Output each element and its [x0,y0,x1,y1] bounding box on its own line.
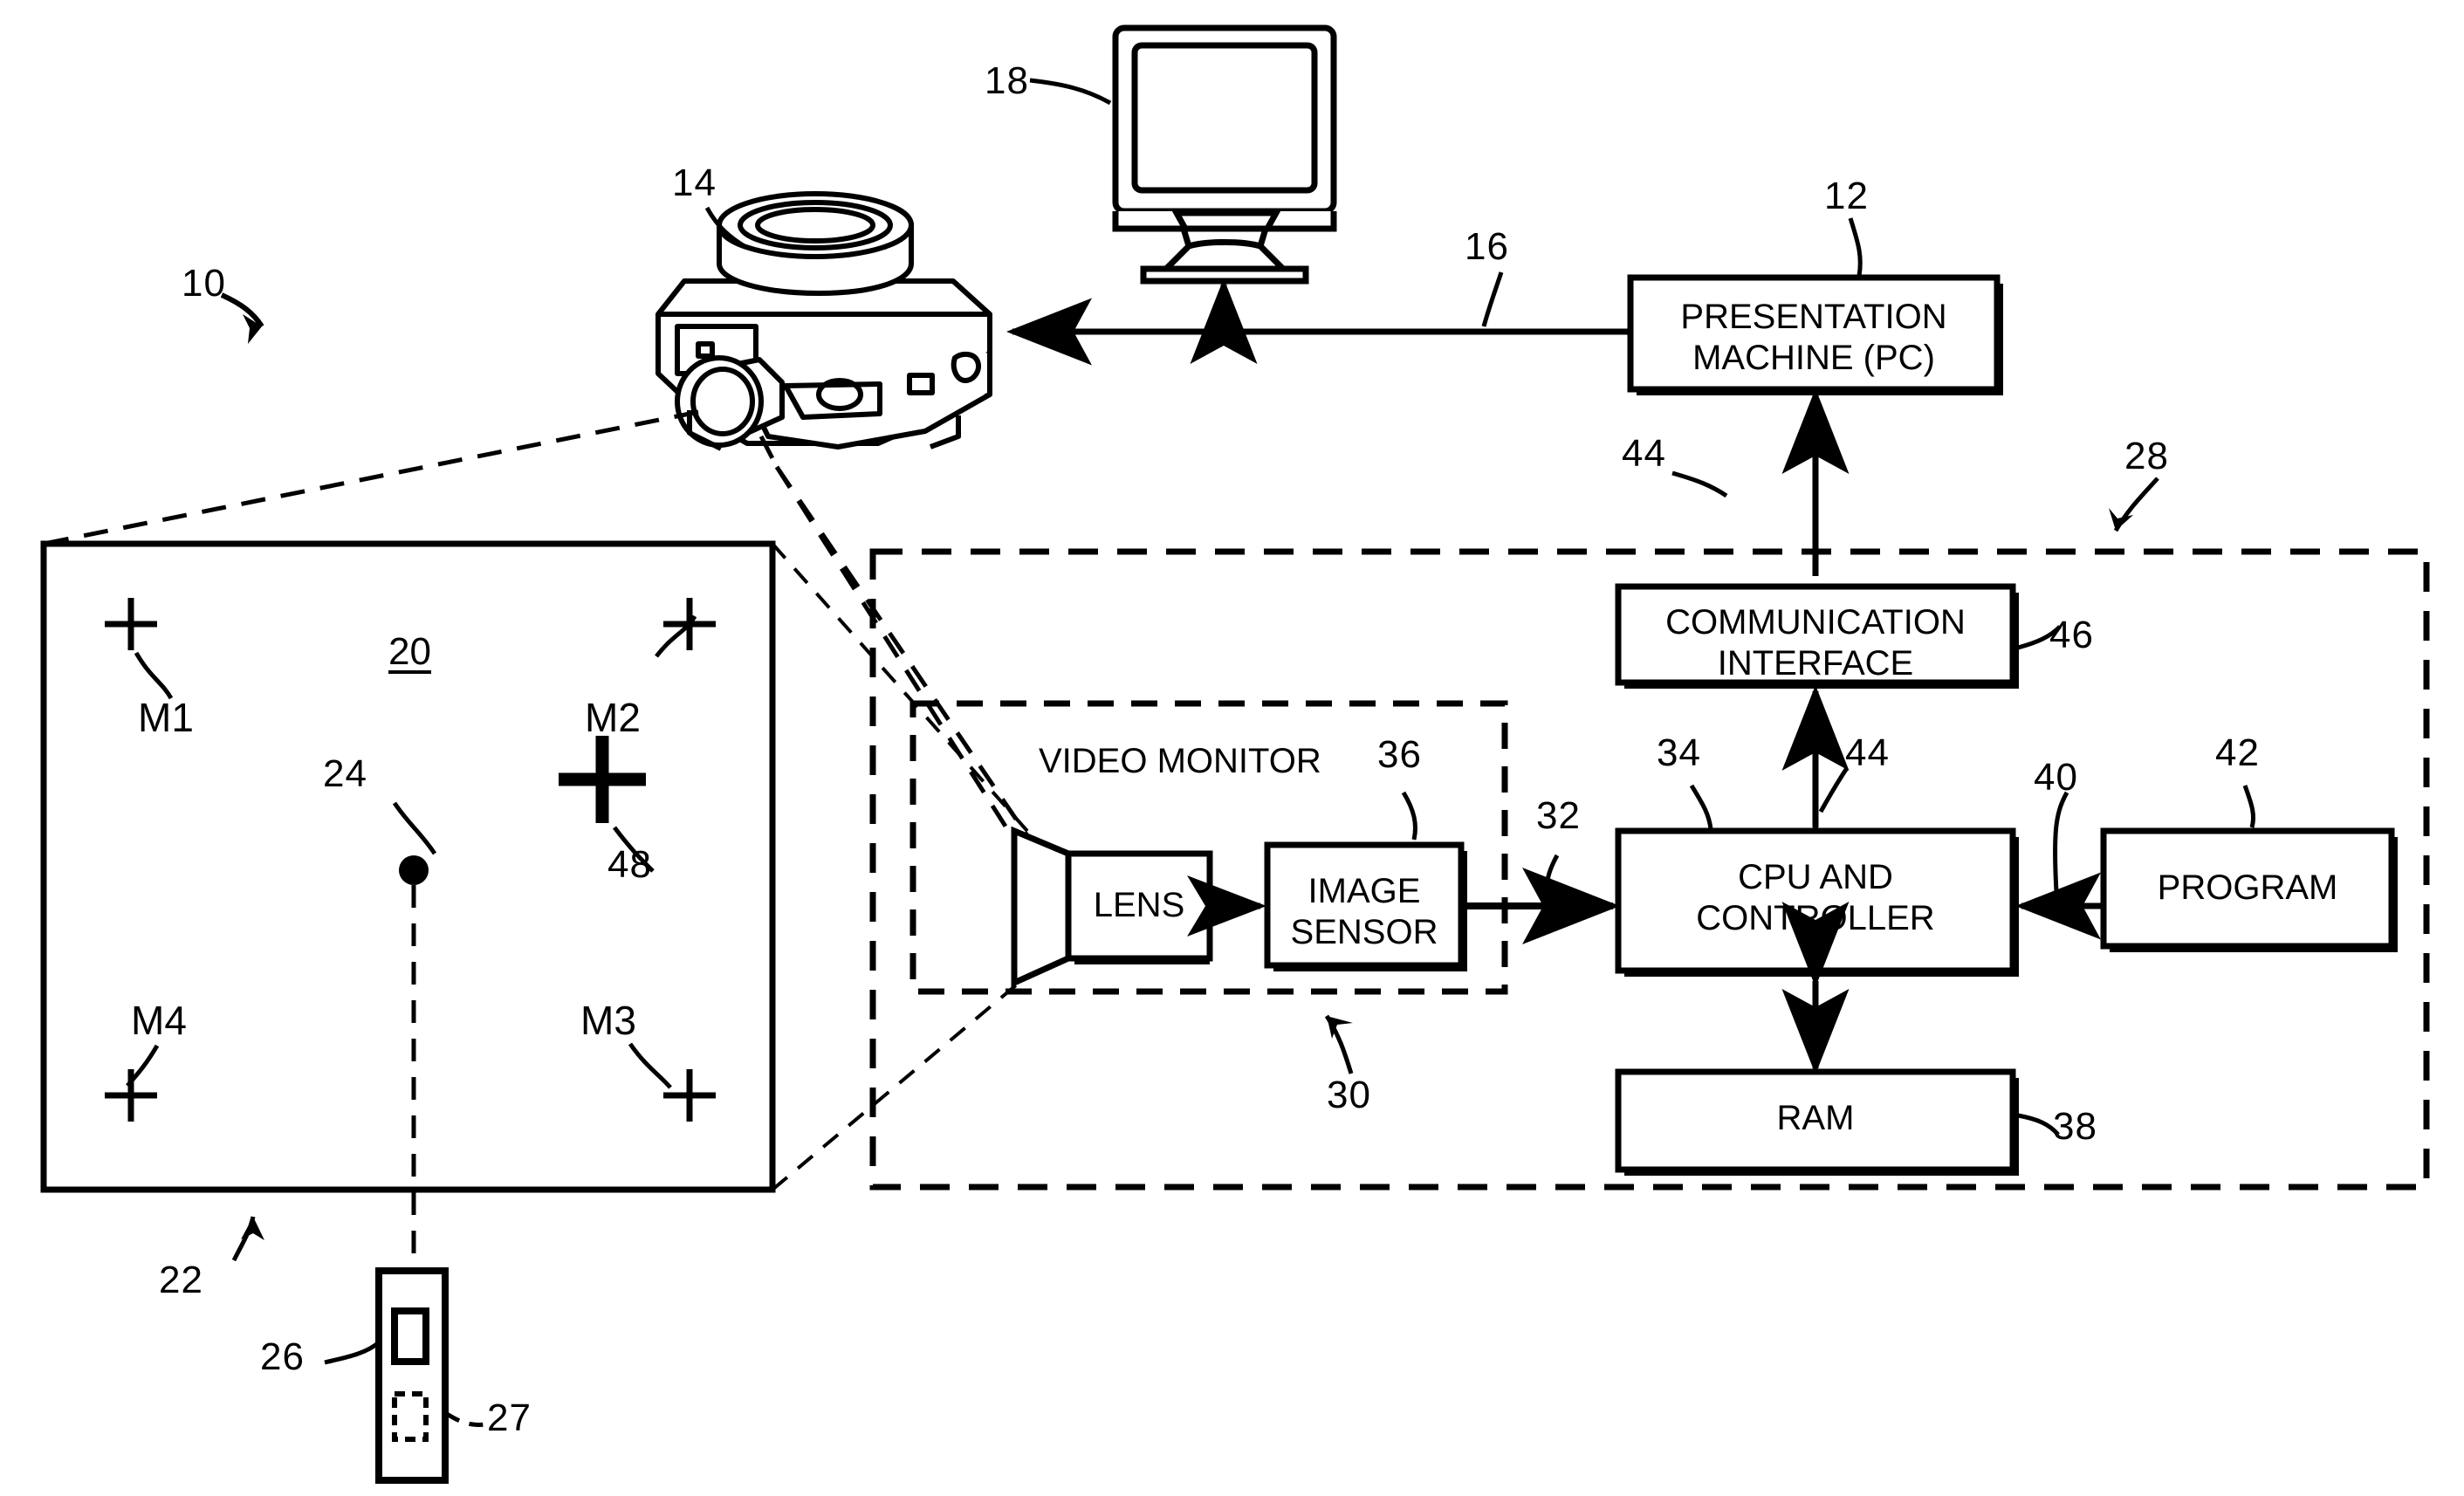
pointer-spot-24 [399,855,429,885]
leader-28 [2109,477,2159,532]
presentation-machine-line1: PRESENTATION [1680,298,1947,336]
leader-34 [1689,784,1713,830]
communication-interface-line1: COMMUNICATION [1665,603,1966,642]
ref-12: 12 [1824,175,1869,217]
image-sensor-line2: SENSOR [1290,913,1438,952]
presentation-machine-line2: MACHINE (PC) [1692,339,1935,378]
ref-20: 20 [388,630,431,673]
patent-figure: 10 14 18 12 16 44 28 46 34 44 40 42 32 3… [0,0,2464,1496]
pointing-device-window [391,1307,429,1365]
leader-12 [1848,217,1863,277]
image-sensor-label[interactable]: IMAGE SENSOR [1267,871,1461,953]
leader-22 [231,1216,264,1262]
communication-interface-label[interactable]: COMMUNICATION INTERFACE [1618,602,2013,684]
video-monitor-label: VIDEO MONITOR [1039,742,1321,780]
camera-field-lines [43,409,1033,853]
ref-32: 32 [1536,794,1581,837]
ref-27: 27 [487,1396,532,1439]
display-monitor-18 [1112,24,1337,285]
ref-40: 40 [2034,756,2078,799]
ref-42: 42 [2215,731,2260,774]
marker-m4-icon [105,1069,157,1122]
ref-10: 10 [182,262,226,305]
marker-m1-icon [105,598,157,650]
marker-48-icon [559,736,646,823]
leader-36 [1401,791,1417,841]
system-arrow-10 [220,292,264,344]
pointing-device-leaders [324,1341,486,1427]
marker-m3-icon [663,1069,716,1122]
cpu-controller-line2: CONTROLLER [1696,899,1935,938]
board-to-lens-lines [771,542,1035,1191]
ref-36: 36 [1377,733,1422,776]
ref-46: 46 [2049,614,2094,656]
ref-34: 34 [1657,731,1701,774]
ref-24: 24 [323,752,367,795]
ref-22: 22 [159,1259,203,1301]
leader-40 [2053,791,2069,893]
link-16-lines [1006,278,1630,366]
presentation-machine-label[interactable]: PRESENTATION MACHINE (PC) [1630,297,1997,379]
ref-44-lower: 44 [1845,731,1890,774]
ref-14: 14 [672,161,717,204]
ram-label[interactable]: RAM [1618,1098,2013,1139]
leader-18 [1029,78,1112,106]
lens-label[interactable]: LENS [1068,885,1210,926]
pointing-device-button-27 [392,1391,429,1442]
leader-16 [1481,271,1504,327]
marker-label-m2: M2 [585,695,641,740]
ref-38: 38 [2053,1105,2097,1148]
ref-30: 30 [1327,1074,1371,1116]
leader-44-lower [1818,766,1850,813]
ref-48: 48 [607,843,652,886]
marker-label-m4: M4 [131,998,187,1043]
ref-26: 26 [260,1335,305,1378]
cpu-controller-line1: CPU AND [1738,858,1893,896]
program-label[interactable]: PROGRAM [2104,868,2392,909]
camera-14 [655,191,992,451]
marker-label-m1: M1 [138,695,194,740]
leader-44-upper [1671,470,1728,498]
leader-42 [2242,785,2256,828]
ref-16: 16 [1465,225,1509,268]
leader-30 [1324,1014,1354,1074]
cpu-controller-label[interactable]: CPU AND CONTROLLER [1618,857,2013,939]
ref-28: 28 [2124,435,2169,477]
marker-label-m3: M3 [580,998,636,1043]
communication-interface-line2: INTERFACE [1717,644,1914,683]
image-sensor-line1: IMAGE [1307,872,1421,910]
ref-18: 18 [985,59,1029,102]
ref-44-upper: 44 [1622,432,1666,475]
pointing-device-26 [375,1267,449,1484]
leader-32 [1544,854,1560,900]
